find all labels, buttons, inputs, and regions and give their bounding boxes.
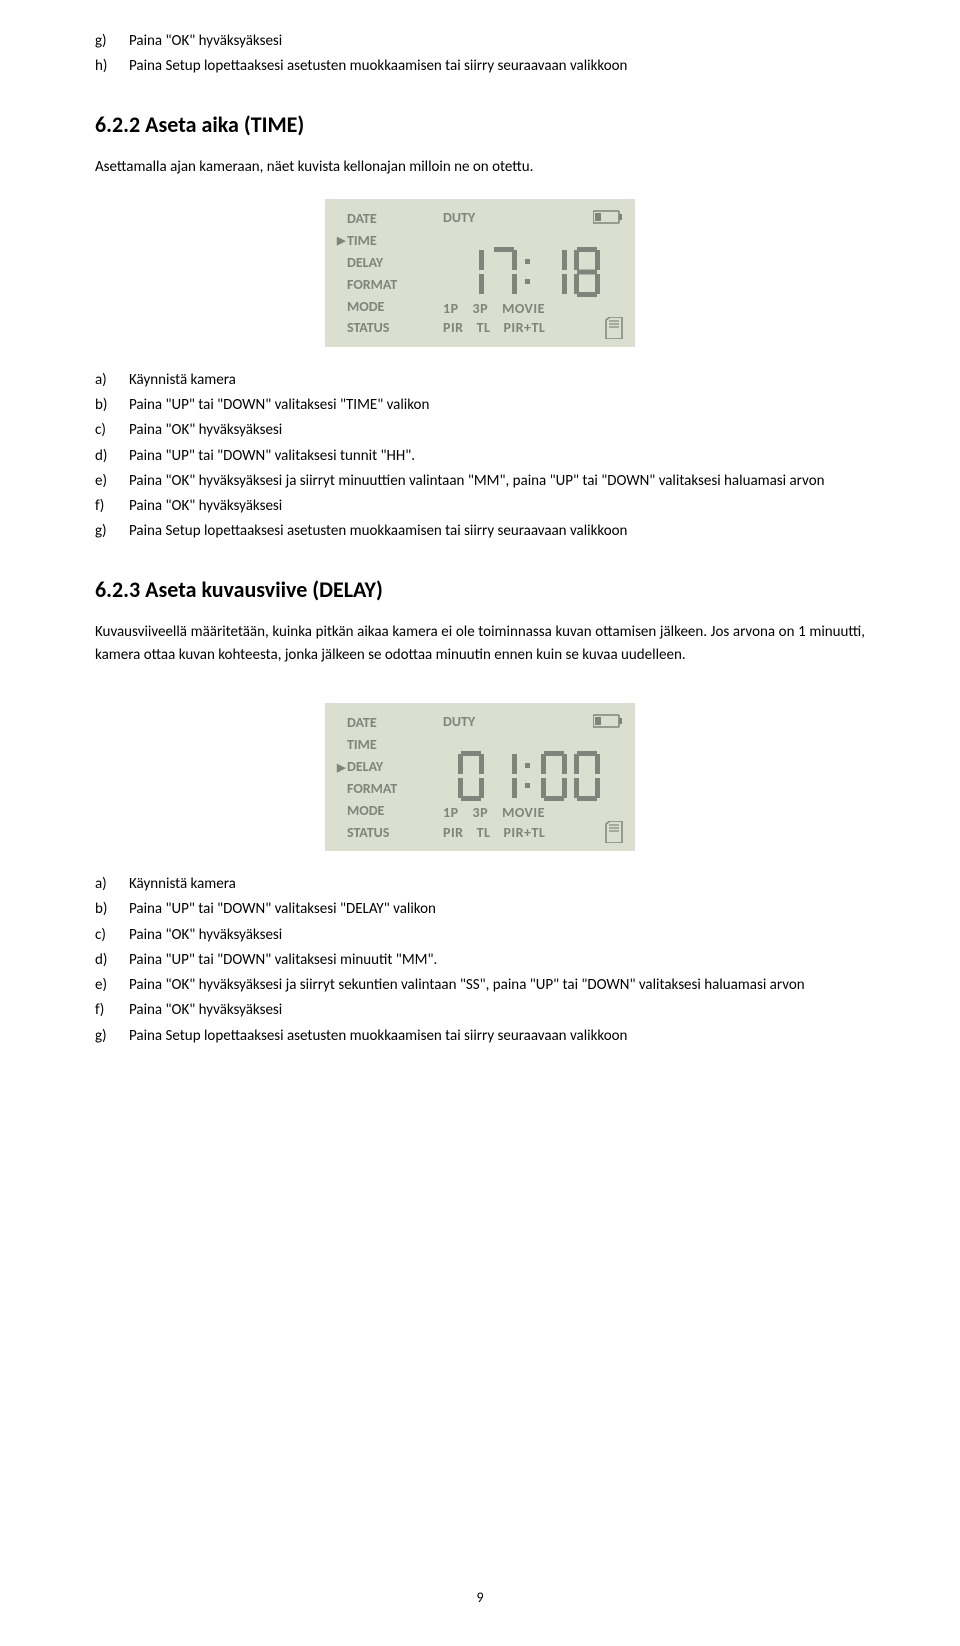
list-item: d)Paina "UP" tai "DOWN" valitaksesi tunn… (95, 445, 865, 468)
lcd-trigger-tl: TL (477, 824, 491, 841)
list-marker: h) (95, 55, 129, 78)
lcd-menu-item: STATUS (347, 823, 389, 843)
lcd-menu-item: DATE (347, 713, 377, 733)
list-item: h) Paina Setup lopettaaksesi asetusten m… (95, 55, 865, 78)
document-page: g) Paina "OK" hyväksyäksesi h) Paina Set… (0, 0, 960, 1646)
lcd-figure-time: DATE ▶TIME DELAY FORMAT MODE STATUS DUTY (95, 199, 865, 347)
lcd-menu-item: TIME (347, 735, 377, 755)
list-text: Paina "OK" hyväksyäksesi (129, 495, 865, 518)
lcd-mode-1p: 1P (443, 804, 459, 821)
list-delay-steps: a)Käynnistä kamera b)Paina "UP" tai "DOW… (95, 873, 865, 1048)
list-item: f)Paina "OK" hyväksyäksesi (95, 495, 865, 518)
lcd-mode-3p: 3P (473, 804, 489, 821)
list-top: g) Paina "OK" hyväksyäksesi h) Paina Set… (95, 30, 865, 79)
list-text: Paina "UP" tai "DOWN" valitaksesi minuut… (129, 949, 865, 972)
list-item: b)Paina "UP" tai "DOWN" valitaksesi "TIM… (95, 394, 865, 417)
list-text: Paina "UP" tai "DOWN" valitaksesi "TIME"… (129, 394, 865, 417)
lcd-row-modes: 1P 3P MOVIE (443, 296, 623, 317)
list-text: Paina "OK" hyväksyäksesi (129, 999, 865, 1022)
paragraph-delay-intro: Kuvausviiveellä määritetään, kuinka pitk… (95, 621, 865, 668)
lcd-row-modes: 1P 3P MOVIE (443, 800, 623, 821)
list-text: Paina Setup lopettaaksesi asetusten muok… (129, 520, 865, 543)
list-item: g)Paina Setup lopettaaksesi asetusten mu… (95, 1025, 865, 1048)
lcd-row-triggers: PIR TL PIR+TL (443, 821, 623, 843)
heading-time: 6.2.2 Aseta aika (TIME) (95, 111, 865, 138)
lcd-menu-item: STATUS (347, 318, 389, 338)
triangle-icon: ▶ (337, 762, 347, 773)
list-marker: g) (95, 30, 129, 53)
list-text: Käynnistä kamera (129, 873, 865, 896)
sdcard-icon (605, 317, 623, 339)
lcd-mode-3p: 3P (473, 300, 489, 317)
lcd-menu-item: MODE (347, 801, 384, 821)
lcd-trigger-pir: PIR (443, 319, 464, 336)
lcd-trigger-tl: TL (477, 319, 491, 336)
list-text: Paina "OK" hyväksyäksesi (129, 419, 865, 442)
lcd-menu-item: FORMAT (347, 779, 397, 799)
list-item: e)Paina "OK" hyväksyäksesi ja siirryt mi… (95, 470, 865, 493)
lcd-screen: DATE ▶TIME DELAY FORMAT MODE STATUS DUTY (325, 199, 635, 347)
lcd-menu: DATE ▶TIME DELAY FORMAT MODE STATUS (337, 209, 437, 339)
lcd-mode-movie: MOVIE (502, 300, 545, 317)
list-text: Paina Setup lopettaaksesi asetusten muok… (129, 55, 865, 78)
lcd-trigger-pirtl: PIR+TL (503, 319, 545, 336)
heading-delay: 6.2.3 Aseta kuvausviive (DELAY) (95, 576, 865, 603)
list-text: Käynnistä kamera (129, 369, 865, 392)
list-text: Paina "OK" hyväksyäksesi ja siirryt seku… (129, 974, 865, 997)
list-text: Paina "UP" tai "DOWN" valitaksesi "DELAY… (129, 898, 865, 921)
page-number: 9 (0, 1589, 960, 1606)
list-item: c)Paina "OK" hyväksyäksesi (95, 924, 865, 947)
list-item: c)Paina "OK" hyväksyäksesi (95, 419, 865, 442)
lcd-menu-item: DELAY (347, 757, 383, 777)
list-item: e)Paina "OK" hyväksyäksesi ja siirryt se… (95, 974, 865, 997)
lcd-trigger-pir: PIR (443, 824, 464, 841)
sdcard-icon (605, 821, 623, 843)
lcd-menu-item: TIME (347, 231, 377, 251)
lcd-row-triggers: PIR TL PIR+TL (443, 317, 623, 339)
list-text: Paina Setup lopettaaksesi asetusten muok… (129, 1025, 865, 1048)
lcd-menu-item: DATE (347, 209, 377, 229)
list-item: g) Paina "OK" hyväksyäksesi (95, 30, 865, 53)
list-text: Paina "OK" hyväksyäksesi (129, 30, 865, 53)
lcd-trigger-pirtl: PIR+TL (503, 824, 545, 841)
list-text: Paina "OK" hyväksyäksesi ja siirryt minu… (129, 470, 865, 493)
lcd-mode-movie: MOVIE (502, 804, 545, 821)
list-item: g)Paina Setup lopettaaksesi asetusten mu… (95, 520, 865, 543)
triangle-icon: ▶ (337, 235, 347, 246)
list-item: a)Käynnistä kamera (95, 369, 865, 392)
lcd-menu-item: FORMAT (347, 275, 397, 295)
lcd-menu-item: MODE (347, 297, 384, 317)
paragraph-time-intro: Asettamalla ajan kameraan, näet kuvista … (95, 156, 865, 179)
lcd-figure-delay: DATE TIME ▶DELAY FORMAT MODE STATUS DUTY (95, 703, 865, 851)
list-item: a)Käynnistä kamera (95, 873, 865, 896)
list-text: Paina "OK" hyväksyäksesi (129, 924, 865, 947)
list-item: b)Paina "UP" tai "DOWN" valitaksesi "DEL… (95, 898, 865, 921)
list-time-steps: a)Käynnistä kamera b)Paina "UP" tai "DOW… (95, 369, 865, 544)
lcd-screen: DATE TIME ▶DELAY FORMAT MODE STATUS DUTY (325, 703, 635, 851)
lcd-menu: DATE TIME ▶DELAY FORMAT MODE STATUS (337, 713, 437, 843)
lcd-mode-1p: 1P (443, 300, 459, 317)
list-item: d)Paina "UP" tai "DOWN" valitaksesi minu… (95, 949, 865, 972)
list-item: f)Paina "OK" hyväksyäksesi (95, 999, 865, 1022)
list-text: Paina "UP" tai "DOWN" valitaksesi tunnit… (129, 445, 865, 468)
lcd-menu-item: DELAY (347, 253, 383, 273)
